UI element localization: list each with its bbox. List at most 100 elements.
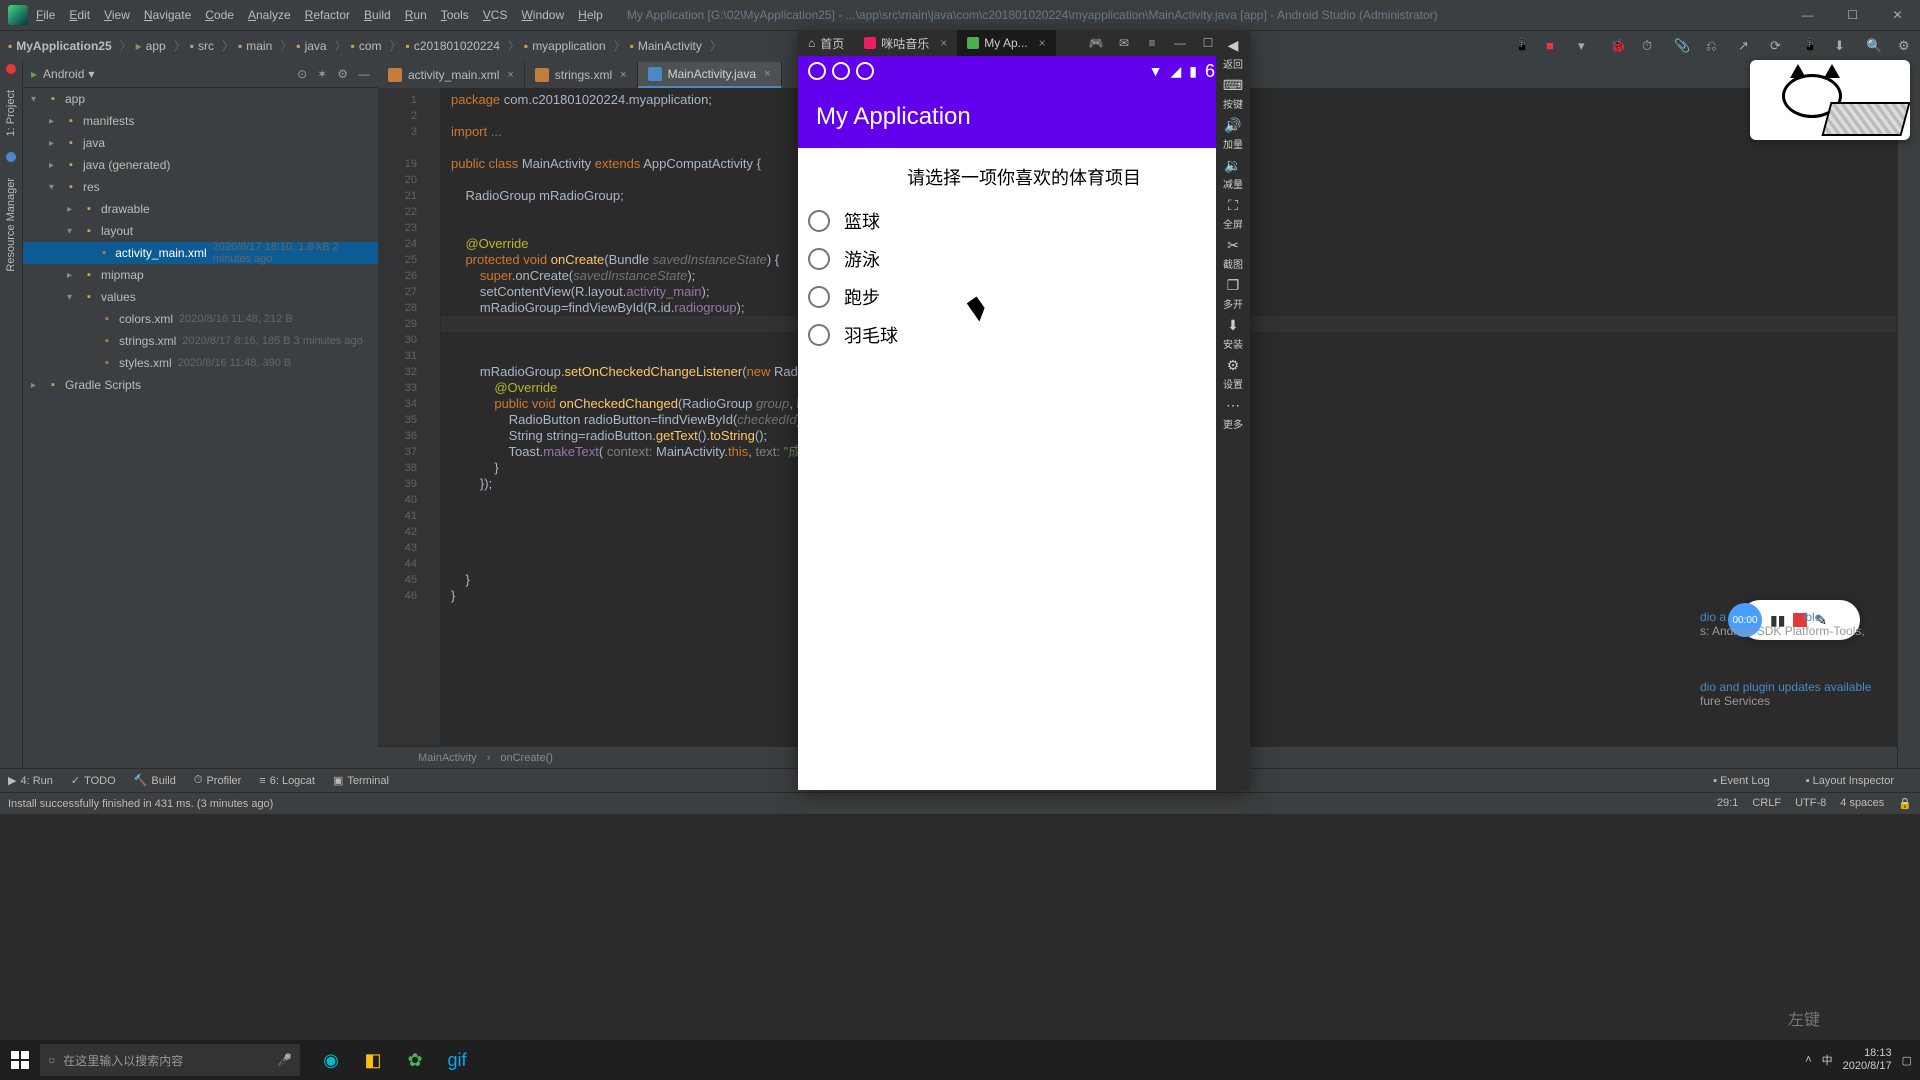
tree-item[interactable]: ▾▪values bbox=[23, 286, 378, 308]
tray-up-icon[interactable]: ˄ bbox=[1805, 1054, 1811, 1066]
taskbar-app[interactable]: ◧ bbox=[352, 1040, 394, 1080]
menu-run[interactable]: Run bbox=[405, 8, 427, 22]
close-button[interactable]: ✕ bbox=[1875, 0, 1920, 30]
breadcrumb-item[interactable]: ▸app bbox=[136, 39, 166, 53]
menu-navigate[interactable]: Navigate bbox=[144, 8, 191, 22]
breadcrumb-item[interactable]: ▪src bbox=[190, 39, 214, 53]
breadcrumb-item[interactable]: ▪MainActivity bbox=[630, 39, 702, 53]
editor-tab[interactable]: activity_main.xml× bbox=[378, 62, 525, 88]
tree-item[interactable]: ▸▪java bbox=[23, 132, 378, 154]
menu-code[interactable]: Code bbox=[205, 8, 234, 22]
breadcrumb-item[interactable]: ▪com bbox=[351, 39, 382, 53]
editor-tab[interactable]: MainActivity.java× bbox=[638, 62, 782, 88]
emu-side-button[interactable]: ✂截图 bbox=[1218, 236, 1248, 272]
start-button[interactable] bbox=[0, 1040, 40, 1080]
notification-1[interactable]: dio a ible s: Android SDK Platform-Tools… bbox=[1700, 610, 1890, 638]
project-tab[interactable]: 1: Project bbox=[3, 84, 19, 142]
tree-item[interactable]: ▾▪app bbox=[23, 88, 378, 110]
radio-option[interactable]: 跑步 bbox=[798, 278, 1250, 316]
minimize-button[interactable]: — bbox=[1785, 0, 1830, 30]
maximize-button[interactable]: ☐ bbox=[1830, 0, 1875, 30]
breadcrumb-item[interactable]: ▪main bbox=[238, 39, 272, 53]
emu-win-btn[interactable]: — bbox=[1166, 36, 1194, 50]
target-icon[interactable]: ⊙ bbox=[297, 67, 307, 81]
emu-win-btn[interactable]: 🎮 bbox=[1082, 36, 1110, 50]
close-icon[interactable]: × bbox=[940, 36, 947, 50]
close-icon[interactable]: × bbox=[1039, 36, 1046, 50]
search-box[interactable]: ○ 在这里输入以搜索内容 🎤 bbox=[40, 1044, 300, 1076]
mic-icon[interactable]: 🎤 bbox=[277, 1053, 292, 1067]
emu-tab[interactable]: My Ap...× bbox=[957, 30, 1055, 56]
menu-tools[interactable]: Tools bbox=[441, 8, 469, 22]
bottom-tab[interactable]: ▶4: Run bbox=[8, 774, 53, 787]
menu-help[interactable]: Help bbox=[578, 8, 603, 22]
emu-tab[interactable]: 咪咕音乐× bbox=[854, 30, 957, 56]
emu-win-btn[interactable]: ✉ bbox=[1110, 36, 1138, 50]
tree-item[interactable]: ▪strings.xml2020/8/17 8:16, 185 B 3 minu… bbox=[23, 330, 378, 352]
menu-refactor[interactable]: Refactor bbox=[305, 8, 350, 22]
close-tab-icon[interactable]: × bbox=[507, 69, 513, 81]
emu-home-tab[interactable]: ⌂ 首页 bbox=[798, 30, 854, 56]
attach-icon[interactable]: 📎 bbox=[1674, 38, 1690, 54]
tree-item[interactable]: ▸▪java (generated) bbox=[23, 154, 378, 176]
tree-item[interactable]: ▪styles.xml2020/8/16 11:48, 390 B bbox=[23, 352, 378, 374]
encoding[interactable]: UTF-8 bbox=[1795, 797, 1826, 810]
avd-icon[interactable]: 📱 bbox=[1802, 38, 1818, 54]
ime-icon[interactable]: 中 bbox=[1822, 1052, 1833, 1068]
line-ending[interactable]: CRLF bbox=[1752, 797, 1781, 810]
settings-icon[interactable]: ⚙ bbox=[337, 67, 348, 81]
resource-manager-tab[interactable]: Resource Manager bbox=[3, 172, 19, 278]
device-icon[interactable]: 📱 bbox=[1514, 38, 1530, 54]
breadcrumb-item[interactable]: ▪MyApplication25 bbox=[8, 39, 112, 53]
taskbar-app[interactable]: ◉ bbox=[310, 1040, 352, 1080]
menu-file[interactable]: File bbox=[36, 8, 55, 22]
close-tab-icon[interactable]: × bbox=[764, 68, 770, 80]
emu-side-button[interactable]: ⌨按键 bbox=[1218, 76, 1248, 112]
taskbar-app[interactable]: ✿ bbox=[394, 1040, 436, 1080]
indent[interactable]: 4 spaces bbox=[1840, 797, 1884, 810]
tree-item[interactable]: ▸▪drawable bbox=[23, 198, 378, 220]
notification-center[interactable]: ▢ bbox=[1902, 1054, 1912, 1067]
settings-icon[interactable]: ⚙ bbox=[1898, 38, 1914, 54]
notification-2[interactable]: dio and plugin updates availablefure Ser… bbox=[1700, 680, 1890, 708]
emu-side-button[interactable]: ⬇安装 bbox=[1218, 316, 1248, 352]
emu-win-btn[interactable]: ≡ bbox=[1138, 36, 1166, 50]
menu-build[interactable]: Build bbox=[364, 8, 391, 22]
menu-window[interactable]: Window bbox=[521, 8, 564, 22]
radio-option[interactable]: 篮球 bbox=[798, 202, 1250, 240]
close-tab-icon[interactable]: × bbox=[620, 69, 626, 81]
emu-side-button[interactable]: ◀返回 bbox=[1218, 36, 1248, 72]
git-icon[interactable]: ↗ bbox=[1738, 38, 1754, 54]
bottom-tab[interactable]: ▪ Layout Inspector bbox=[1806, 775, 1894, 787]
tree-item[interactable]: ▾▪res bbox=[23, 176, 378, 198]
search-icon[interactable]: 🔍 bbox=[1866, 38, 1882, 54]
tree-item[interactable]: ▸▪manifests bbox=[23, 110, 378, 132]
hide-icon[interactable]: — bbox=[358, 67, 370, 81]
debug-icon[interactable]: 🐞 bbox=[1610, 38, 1626, 54]
collapse-icon[interactable]: ✶ bbox=[317, 67, 327, 81]
radio-option[interactable]: 羽毛球 bbox=[798, 316, 1250, 354]
bottom-tab[interactable]: ⏱Profiler bbox=[194, 774, 241, 787]
sync-icon[interactable]: ⟳ bbox=[1770, 38, 1786, 54]
tree-item[interactable]: ▾▪layout bbox=[23, 220, 378, 242]
tree-item[interactable]: ▸▪Gradle Scripts bbox=[23, 374, 378, 396]
emu-side-button[interactable]: ⛶全屏 bbox=[1218, 196, 1248, 232]
bottom-tab[interactable]: ▣Terminal bbox=[333, 774, 389, 787]
menu-view[interactable]: View bbox=[104, 8, 130, 22]
emu-side-button[interactable]: ⋯更多 bbox=[1218, 396, 1248, 432]
menu-analyze[interactable]: Analyze bbox=[248, 8, 291, 22]
breadcrumb-item[interactable]: ▪java bbox=[296, 39, 326, 53]
run-icon[interactable]: ■ bbox=[1546, 38, 1562, 54]
bottom-tab[interactable]: 🔨Build bbox=[134, 774, 176, 787]
menu-icon[interactable]: ▾ bbox=[1578, 38, 1594, 54]
profiler-icon[interactable]: ⏱ bbox=[1642, 38, 1658, 54]
bongo-cat-widget[interactable] bbox=[1750, 60, 1910, 140]
system-clock[interactable]: 18:132020/8/17 bbox=[1843, 1047, 1892, 1073]
breadcrumb-item[interactable]: ▪c201801020224 bbox=[406, 39, 500, 53]
radio-option[interactable]: 游泳 bbox=[798, 240, 1250, 278]
emu-side-button[interactable]: ❐多开 bbox=[1218, 276, 1248, 312]
bottom-tab[interactable]: ≡6: Logcat bbox=[259, 774, 315, 787]
project-view-title[interactable]: Android bbox=[43, 67, 84, 81]
vcs-icon[interactable]: ⎌ bbox=[1706, 38, 1722, 54]
tree-item[interactable]: ▪activity_main.xml2020/8/17 18:10, 1.8 k… bbox=[23, 242, 378, 264]
